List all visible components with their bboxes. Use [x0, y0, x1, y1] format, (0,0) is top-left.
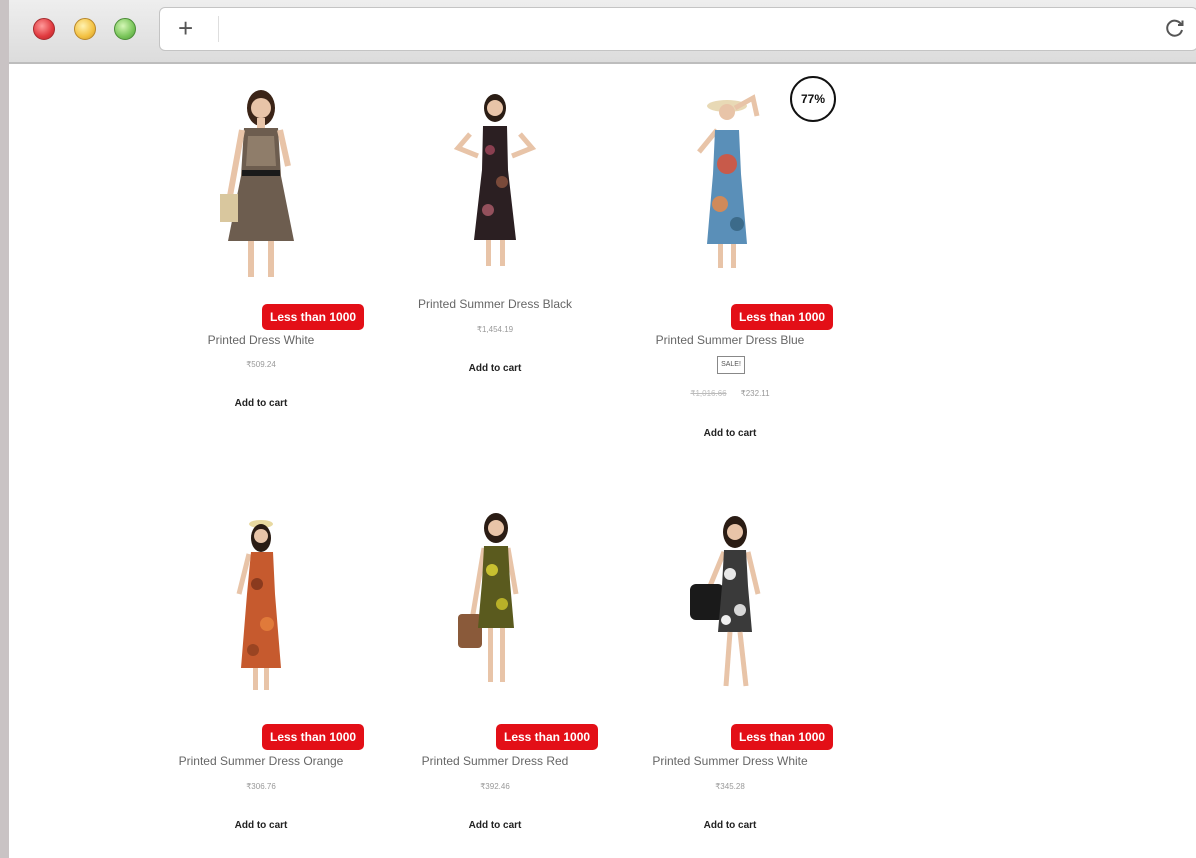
sale-tag: SALE! [717, 356, 745, 374]
maximize-window-button[interactable] [114, 18, 136, 40]
discount-badge: 77% [790, 76, 836, 122]
price-badge: Less than 1000 [731, 724, 834, 750]
product-price: ₹306.76 [246, 782, 276, 791]
original-price: ₹1,016.66 [690, 389, 727, 398]
address-bar[interactable]: + [159, 7, 1196, 51]
product-price: ₹1,016.66 ₹232.11 [610, 389, 850, 398]
add-to-cart-button[interactable]: Add to cart [375, 820, 615, 831]
product-title[interactable]: Printed Summer Dress Black [375, 297, 615, 311]
add-to-cart-button[interactable]: Add to cart [141, 398, 381, 409]
address-bar-divider [218, 16, 219, 42]
product-grid: Less than 1000 Printed Dress White ₹509.… [9, 64, 1196, 858]
product-price: ₹509.24 [246, 360, 276, 369]
browser-toolbar: + [9, 0, 1196, 64]
product-title[interactable]: Printed Summer Dress Orange [141, 754, 381, 768]
close-window-button[interactable] [33, 18, 55, 40]
add-to-cart-button[interactable]: Add to cart [375, 363, 615, 374]
product-price: ₹345.28 [715, 782, 745, 791]
product-image[interactable] [375, 90, 615, 272]
minimize-window-button[interactable] [74, 18, 96, 40]
product-title[interactable]: Printed Summer Dress Red [375, 754, 615, 768]
product-price: ₹1,454.19 [476, 325, 514, 334]
reload-icon[interactable] [1163, 16, 1187, 40]
product-image[interactable] [141, 514, 381, 694]
price-badge: Less than 1000 [262, 724, 365, 750]
add-to-cart-button[interactable]: Add to cart [610, 820, 850, 831]
price-badge: Less than 1000 [731, 304, 834, 330]
product-image[interactable] [375, 510, 615, 694]
window-edge [0, 0, 9, 858]
sale-price: ₹232.11 [740, 389, 770, 398]
plus-icon[interactable]: + [178, 15, 193, 41]
product-title[interactable]: Printed Summer Dress Blue [610, 333, 850, 347]
add-to-cart-button[interactable]: Add to cart [141, 820, 381, 831]
price-badge: Less than 1000 [262, 304, 365, 330]
product-title[interactable]: Printed Summer Dress White [610, 754, 850, 768]
product-image[interactable] [610, 514, 850, 694]
product-image[interactable] [141, 86, 381, 280]
product-price: ₹392.46 [480, 782, 510, 791]
product-title[interactable]: Printed Dress White [141, 333, 381, 347]
add-to-cart-button[interactable]: Add to cart [610, 428, 850, 439]
price-badge: Less than 1000 [496, 724, 599, 750]
